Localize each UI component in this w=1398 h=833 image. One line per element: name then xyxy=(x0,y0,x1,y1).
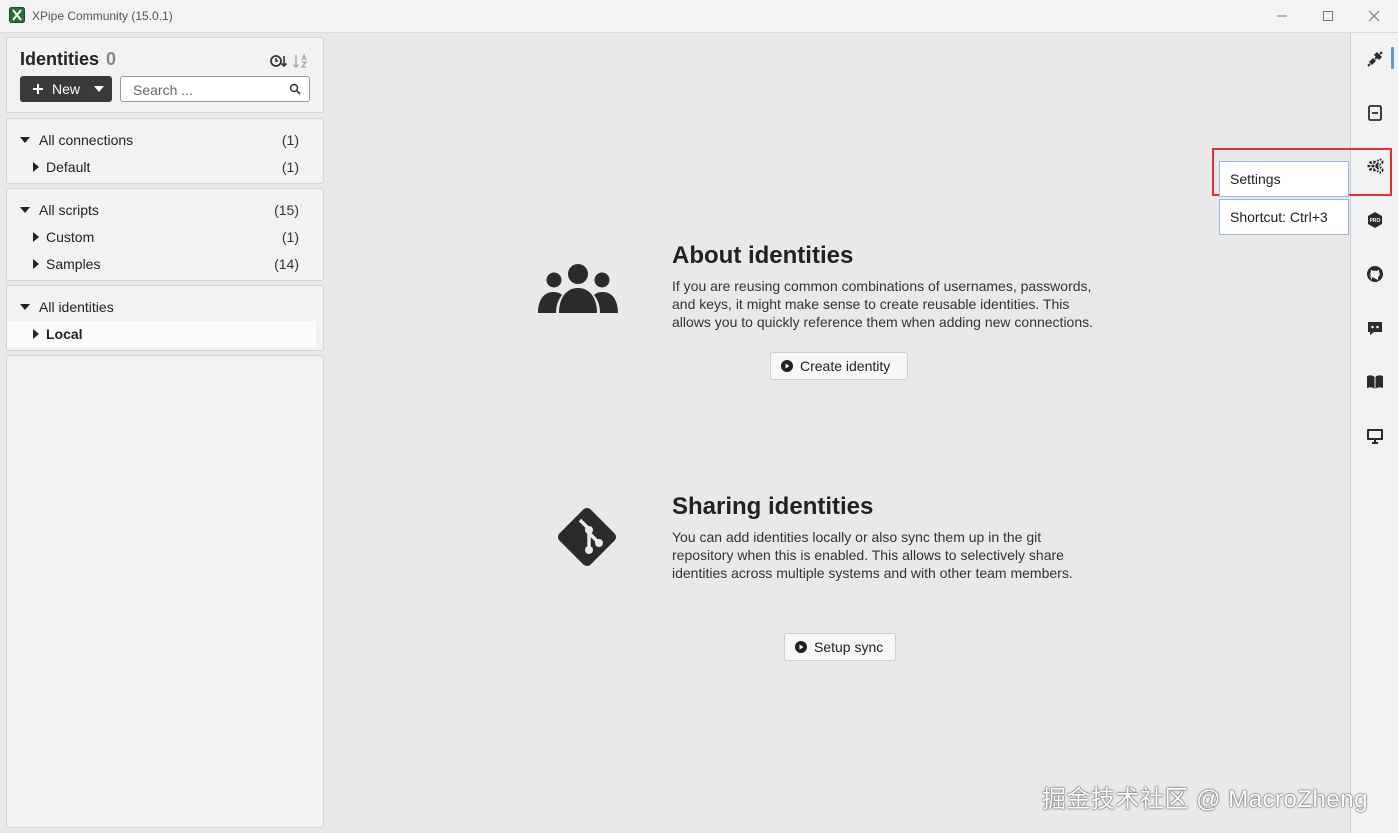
monitor-icon xyxy=(1366,429,1383,444)
close-icon[interactable] xyxy=(1363,5,1385,27)
sidebar-item-monitor[interactable] xyxy=(1351,413,1398,459)
tree-item-count: (1) xyxy=(281,229,299,245)
play-circle-icon xyxy=(795,641,807,653)
expanded-triangle-icon[interactable] xyxy=(20,135,30,145)
scripts-icon xyxy=(1367,105,1382,121)
sharing-identities-text: You can add identities locally or also s… xyxy=(672,528,1142,582)
text-line: allows you to quickly reference them whe… xyxy=(672,314,1094,330)
sort-by-time-icon[interactable] xyxy=(269,52,287,70)
identities-tree-panel: All identities Local xyxy=(6,285,324,351)
tree-item-count: (15) xyxy=(274,202,299,218)
maximize-icon[interactable] xyxy=(1317,5,1339,27)
text-line: repository when this is enabled. This al… xyxy=(672,547,1064,563)
sidebar-item-github[interactable] xyxy=(1351,251,1398,297)
tree-item-label: Custom xyxy=(46,229,95,245)
create-identity-label: Create identity xyxy=(800,358,891,374)
search-icon xyxy=(289,83,301,95)
tree-item-count: (1) xyxy=(281,132,299,148)
tooltip-settings: Settings xyxy=(1219,161,1349,197)
create-identity-button[interactable]: Create identity xyxy=(770,352,908,380)
pro-badge-text: PRO xyxy=(1369,218,1380,224)
about-identities-text: If you are reusing common combinations o… xyxy=(672,277,1142,331)
setup-sync-button[interactable]: Setup sync xyxy=(784,633,896,661)
text-line: If you are reusing common combinations o… xyxy=(672,278,1092,294)
setup-sync-label: Setup sync xyxy=(814,639,884,655)
minimize-icon[interactable] xyxy=(1271,5,1293,27)
tree-item-local[interactable]: Local xyxy=(7,321,316,347)
play-circle-icon xyxy=(781,360,793,372)
expanded-triangle-icon[interactable] xyxy=(20,302,30,312)
plus-icon xyxy=(33,84,43,94)
about-identities-title: About identities xyxy=(672,242,854,269)
tooltip-shortcut: Shortcut: Ctrl+3 xyxy=(1219,199,1349,235)
identity-list-panel xyxy=(6,355,324,828)
text-line: and keys, it might make sense to create … xyxy=(672,296,1070,312)
collapsed-triangle-icon[interactable] xyxy=(31,329,41,339)
collapsed-triangle-icon[interactable] xyxy=(31,162,41,172)
tree-item-all-scripts[interactable]: All scripts (15) xyxy=(7,197,323,223)
sidebar-item-discord[interactable] xyxy=(1351,305,1398,351)
watermark: 掘金技术社区 @ MacroZheng xyxy=(1042,786,1368,813)
identities-count: 0 xyxy=(106,49,117,69)
tree-item-all-connections[interactable]: All connections (1) xyxy=(7,127,323,153)
search-field[interactable] xyxy=(120,76,310,103)
docs-icon xyxy=(1366,375,1383,389)
tree-item-label: All connections xyxy=(39,132,134,148)
tree-item-label: All scripts xyxy=(39,202,99,218)
caret-down-icon[interactable] xyxy=(94,85,105,93)
tree-item-custom[interactable]: Custom (1) xyxy=(7,224,323,250)
active-indicator xyxy=(1391,47,1394,69)
discord-icon xyxy=(1367,322,1382,335)
window-title: XPipe Community (15.0.1) xyxy=(32,9,173,23)
page-title: Identities xyxy=(20,49,100,69)
identities-header-panel: Identities 0 New xyxy=(6,37,324,113)
connections-icon xyxy=(1366,51,1383,67)
sidebar-item-scripts[interactable] xyxy=(1351,90,1398,136)
github-icon xyxy=(1366,266,1383,282)
sidebar-item-pro[interactable]: PRO xyxy=(1351,197,1398,243)
tree-item-label: All identities xyxy=(39,299,114,315)
tree-item-samples[interactable]: Samples (14) xyxy=(7,251,323,277)
pro-icon: PRO xyxy=(1367,212,1382,228)
text-line: You can add identities locally or also s… xyxy=(672,529,1042,545)
tree-item-count: (1) xyxy=(281,159,299,175)
tree-item-all-identities[interactable]: All identities xyxy=(7,294,323,320)
connections-tree-panel: All connections (1) Default (1) xyxy=(6,118,324,184)
sort-alphabetical-icon[interactable] xyxy=(292,52,310,70)
users-icon xyxy=(538,264,618,313)
sharing-identities-title: Sharing identities xyxy=(672,493,874,520)
new-button[interactable]: New xyxy=(20,76,112,102)
collapsed-triangle-icon[interactable] xyxy=(31,259,41,269)
collapsed-triangle-icon[interactable] xyxy=(31,232,41,242)
tree-item-label: Samples xyxy=(46,256,101,272)
scripts-tree-panel: All scripts (15) Custom (1) Samples (14) xyxy=(6,188,324,281)
search-input[interactable] xyxy=(121,77,295,103)
sidebar-item-docs[interactable] xyxy=(1351,359,1398,405)
expanded-triangle-icon[interactable] xyxy=(20,205,30,215)
tree-item-default[interactable]: Default (1) xyxy=(7,154,323,180)
tree-item-label: Default xyxy=(46,159,91,175)
text-line: identities across multiple systems and w… xyxy=(672,565,1073,581)
tree-item-count: (14) xyxy=(274,256,299,272)
git-icon xyxy=(557,507,617,567)
new-button-label: New xyxy=(52,81,81,97)
title-bar: XPipe Community (15.0.1) xyxy=(0,0,1398,33)
xpipe-logo-icon xyxy=(9,7,25,23)
tree-item-label: Local xyxy=(46,326,83,342)
